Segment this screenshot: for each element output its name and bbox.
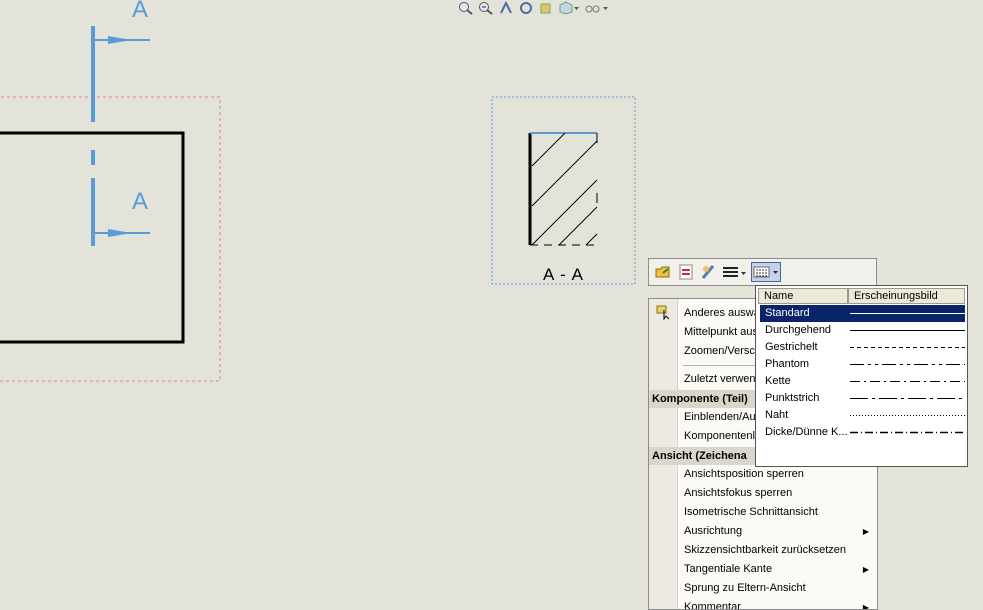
menu-item-label: Isometrische Schnittansicht [684,506,818,518]
section-label-top: A [132,0,149,23]
menu-item-reset-sketch-visibility[interactable]: Skizzensichtbarkeit zurücksetzen [649,541,877,560]
edit-properties-icon[interactable] [699,262,719,282]
menu-item-label: Zuletzt verwen [684,373,756,385]
pan-icon[interactable] [498,0,514,15]
line-style-preview [850,381,965,382]
line-style-preview [850,347,965,348]
zoom-area-icon[interactable] [478,1,494,15]
menu-item-lock-view-position[interactable]: Ansichtsposition sperren [649,465,877,484]
line-style-option[interactable]: Standard [760,305,965,322]
display-style-icon[interactable] [558,1,580,15]
line-style-name: Naht [765,409,789,421]
menu-item-jump-parent-view[interactable]: Sprung zu Eltern-Ansicht [649,579,877,598]
menu-item-label: Sprung zu Eltern-Ansicht [684,582,806,594]
view-caption: A - A [543,265,584,284]
menu-item-label: Zoomen/Versch [684,345,762,357]
line-style-name: Dicke/Dünne K... [765,426,848,438]
line-style-preview [850,364,965,365]
line-style-icon[interactable] [751,262,781,282]
menu-item-label: Ansichtsposition sperren [684,468,804,480]
submenu-arrow-icon: ▶ [862,565,869,574]
menu-item-label: Skizzensichtbarkeit zurücksetzen [684,544,847,556]
menu-item-alignment[interactable]: Ausrichtung ▶ [649,522,877,541]
line-style-preview [850,398,965,399]
section-view-hatch [528,132,598,246]
line-style-option[interactable]: Dicke/Dünne K... [760,424,965,441]
line-weight-icon[interactable] [722,262,748,282]
line-style-name: Phantom [765,358,810,370]
submenu-arrow-icon: ▶ [862,603,869,610]
menu-item-comment[interactable]: Kommentar ▶ [649,598,877,610]
menu-item-isometric-section[interactable]: Isometrische Schnittansicht [649,503,877,522]
view-boundary[interactable] [0,96,221,382]
zoom-in-icon[interactable] [458,1,474,15]
menu-item-label: Einblenden/Aus [684,411,762,423]
column-header-name[interactable]: Name [758,288,848,304]
line-style-option[interactable]: Punktstrich [760,390,965,407]
menu-item-label: Kommentar [684,601,741,610]
view-orient-icon[interactable] [538,1,554,15]
section-label-bottom: A [132,188,149,215]
view-toolbar [458,0,610,16]
line-style-name: Standard [765,307,810,319]
menu-item-label: Anderes auswä [684,307,760,319]
open-folder-icon[interactable] [653,262,673,282]
menu-item-label: Mittelpunkt aus [684,326,758,338]
line-style-option[interactable]: Kette [760,373,965,390]
line-style-name: Durchgehend [765,324,832,336]
line-style-option[interactable]: Naht [760,407,965,424]
line-style-name: Gestrichelt [765,341,818,353]
submenu-arrow-icon: ▶ [862,527,869,536]
menu-item-label: Tangentiale Kante [684,563,773,575]
line-style-option[interactable]: Durchgehend [760,322,965,339]
menu-item-label: Ausrichtung [684,525,743,537]
menu-item-label: Komponentenli [684,430,758,442]
dropdown-header: Name Erscheinungsbild [758,288,965,304]
menu-item-lock-view-focus[interactable]: Ansichtsfokus sperren [649,484,877,503]
rotate-icon[interactable] [518,1,534,15]
section-view-boundary[interactable] [491,96,636,285]
context-toolbar [648,258,877,286]
line-style-preview [850,330,965,331]
line-style-preview [850,415,965,416]
line-style-preview [850,313,965,314]
line-style-dropdown: Name Erscheinungsbild Standard Durchgehen… [755,285,968,467]
line-style-name: Punktstrich [765,392,820,404]
line-style-preview [850,431,965,434]
line-style-option[interactable]: Phantom [760,356,965,373]
line-style-name: Kette [765,375,791,387]
menu-item-label: Ansichtsfokus sperren [684,487,793,499]
column-header-appearance[interactable]: Erscheinungsbild [848,288,965,304]
menu-item-tangent-edge[interactable]: Tangentiale Kante ▶ [649,560,877,579]
swap-icon[interactable] [676,262,696,282]
line-style-option[interactable]: Gestrichelt [760,339,965,356]
hide-show-icon[interactable] [584,1,610,15]
